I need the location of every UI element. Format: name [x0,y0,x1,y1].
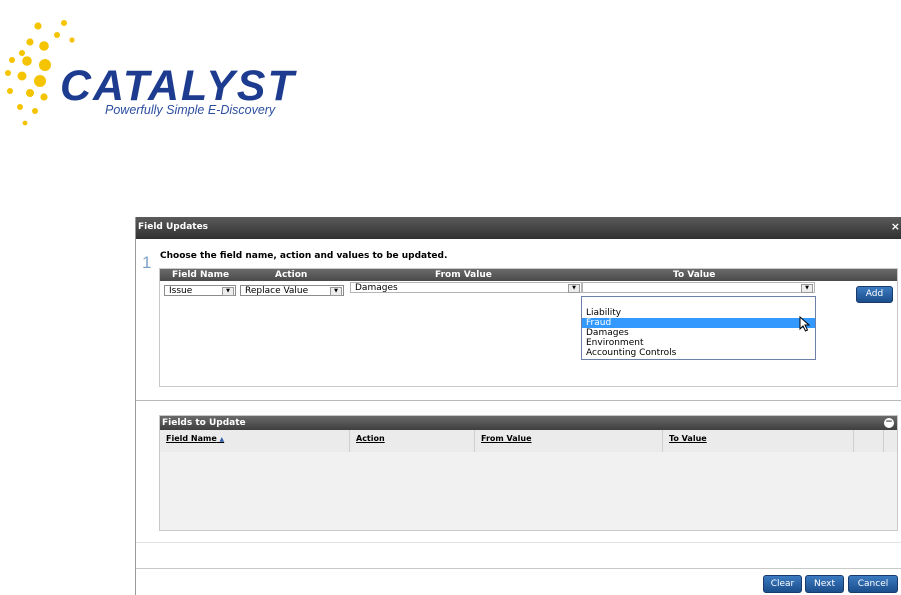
dropdown-option-damages[interactable]: Damages [582,328,815,338]
field-name-select[interactable]: Issue ▼ [164,285,236,296]
fields-to-update-panel: Fields to Update − Field Name ▲ Action F… [159,415,898,531]
to-value-dropdown-list[interactable]: Liability Fraud Damages Environment Acco… [581,296,816,360]
add-button[interactable]: Add [856,286,893,303]
collapse-icon[interactable]: − [884,418,894,428]
from-value-select[interactable]: Damages ▼ [350,282,582,293]
fields-to-update-header: Fields to Update − [160,416,897,430]
next-button[interactable]: Next [805,575,844,593]
step-number: 1 [142,253,152,272]
logo-tagline: Powerfully Simple E-Discovery [105,103,276,117]
column-separator [662,430,663,452]
field-name-value: Issue [169,286,193,296]
column-to-value[interactable]: To Value [669,434,707,443]
column-separator [853,430,854,452]
chevron-down-icon[interactable]: ▼ [568,284,580,293]
field-selection-header: Field Name Action From Value To Value [160,269,897,281]
column-field-name-label: Field Name [166,434,217,443]
dropdown-option-liability[interactable]: Liability [582,308,815,318]
column-separator [349,430,350,452]
footer-divider [136,568,901,569]
chevron-down-icon[interactable]: ▼ [801,284,813,293]
column-separator [474,430,475,452]
fields-table-header: Field Name ▲ Action From Value To Value [160,430,897,452]
chevron-down-icon[interactable]: ▼ [222,287,234,296]
clear-button[interactable]: Clear [763,575,802,593]
dropdown-option-fraud[interactable]: Fraud [582,318,815,328]
catalyst-logo: CATALYST Powerfully Simple E-Discovery [0,15,330,135]
close-icon[interactable]: × [891,220,900,233]
mouse-cursor-icon [799,316,811,332]
footer-divider [136,542,901,543]
instruction-text: Choose the field name, action and values… [160,251,448,261]
dialog-title: Field Updates [138,222,209,232]
column-field-name[interactable]: Field Name ▲ [166,434,224,443]
column-separator [883,430,884,452]
dropdown-option-accounting-controls[interactable]: Accounting Controls [582,348,815,358]
field-updates-dialog: Field Updates × 1 Choose the field name,… [135,217,901,595]
cancel-button[interactable]: Cancel [848,575,898,593]
fields-to-update-title: Fields to Update [162,418,246,428]
from-value-header: From Value [435,270,492,280]
dialog-titlebar[interactable]: Field Updates × [136,217,901,239]
chevron-down-icon[interactable]: ▼ [330,287,342,296]
to-value-header: To Value [673,270,716,280]
sort-ascending-icon: ▲ [219,436,225,443]
action-header: Action [275,270,308,280]
section-divider [136,400,901,401]
dropdown-option-environment[interactable]: Environment [582,338,815,348]
field-name-header: Field Name [172,270,230,280]
column-from-value[interactable]: From Value [481,434,532,443]
action-value: Replace Value [245,286,309,296]
from-value-value: Damages [355,283,398,293]
to-value-select[interactable]: ▼ [582,282,815,293]
column-action[interactable]: Action [356,434,385,443]
action-select[interactable]: Replace Value ▼ [240,285,344,296]
